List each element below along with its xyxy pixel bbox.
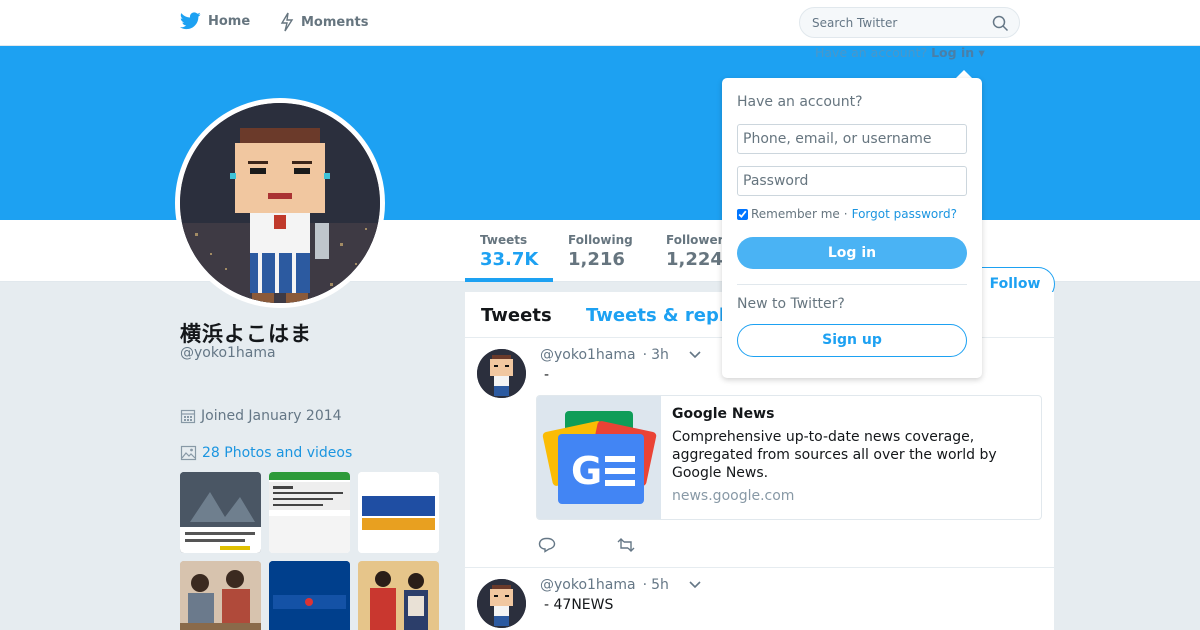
- media-thumbnail-6[interactable]: [358, 561, 439, 630]
- tweet-separator: ·: [642, 347, 648, 363]
- login-heading: Have an account?: [737, 94, 863, 110]
- card-body: Google News Comprehensive up-to-date new…: [672, 406, 1022, 504]
- retweet-button[interactable]: [616, 537, 636, 557]
- search-icon[interactable]: [992, 15, 1009, 32]
- divider: [737, 284, 967, 285]
- link-card[interactable]: G Google News Comprehensive up-to-date n…: [536, 395, 1042, 520]
- joined-date: Joined January 2014: [180, 408, 342, 424]
- new-to-twitter-text: New to Twitter?: [737, 296, 845, 312]
- media-thumbnail-2[interactable]: [269, 472, 350, 553]
- calendar-icon: [180, 409, 196, 424]
- google-news-icon: G: [537, 396, 661, 519]
- tweet-handle[interactable]: @yoko1hama: [540, 577, 636, 593]
- thumbnail-image-4: [180, 561, 261, 630]
- nav-moments-label: Moments: [301, 14, 369, 30]
- tweet-time[interactable]: 3h: [651, 347, 669, 363]
- login-link[interactable]: Log in ▾: [931, 45, 985, 60]
- remember-me-label[interactable]: Remember me: [751, 207, 840, 221]
- tweet-time[interactable]: 5h: [651, 577, 669, 593]
- joined-text: Joined January 2014: [201, 408, 342, 424]
- search-input[interactable]: Search Twitter: [799, 7, 1020, 38]
- remember-me-row: Remember me · Forgot password?: [737, 207, 957, 221]
- tweet-text: -: [544, 367, 550, 383]
- login-link-label: Log in: [931, 45, 975, 60]
- stat-followers-value: 1,224: [666, 249, 723, 270]
- thumbnail-image-6: [358, 561, 439, 630]
- reply-icon: [538, 537, 556, 553]
- card-title: Google News: [672, 406, 775, 422]
- login-dropdown: Have an account? Remember me · Forgot pa…: [722, 78, 982, 378]
- tweet-separator: ·: [642, 577, 648, 593]
- nav-home[interactable]: Home: [180, 12, 250, 30]
- login-button[interactable]: Log in: [737, 237, 967, 269]
- stat-followers-label: Followers: [666, 233, 731, 247]
- tweet[interactable]: @yoko1hama · 5h - 47NEWS: [465, 568, 1054, 630]
- photos-videos-link[interactable]: 28 Photos and videos: [180, 444, 352, 461]
- chevron-down-icon[interactable]: [689, 581, 701, 589]
- nav-moments[interactable]: Moments: [280, 12, 368, 32]
- stat-following-value: 1,216: [568, 249, 625, 270]
- retweet-icon: [617, 538, 635, 552]
- svg-text:G: G: [571, 449, 602, 493]
- tweet-handle[interactable]: @yoko1hama: [540, 347, 636, 363]
- stat-following[interactable]: Following 1,216: [568, 233, 633, 270]
- twitter-bird-icon: [180, 12, 201, 30]
- tweet-avatar-image: [477, 349, 526, 398]
- stat-followers[interactable]: Followers 1,224: [666, 233, 731, 270]
- forgot-password-link[interactable]: Forgot password?: [852, 207, 957, 221]
- pixel-character-avatar-image: [180, 103, 380, 303]
- tweet-avatar[interactable]: [477, 349, 526, 398]
- have-account-text: Have an account?: [815, 45, 928, 60]
- tweet-actions: [538, 537, 696, 557]
- photos-videos-label: 28 Photos and videos: [202, 444, 353, 461]
- search-placeholder: Search Twitter: [812, 16, 898, 30]
- stat-tweets[interactable]: Tweets 33.7K: [480, 233, 538, 270]
- media-thumbnail-1[interactable]: [180, 472, 261, 553]
- sankei-news-logo-image: [269, 561, 350, 630]
- tokyo-shimbun-logo-image: [358, 472, 439, 553]
- media-thumbnail-5[interactable]: [269, 561, 350, 630]
- profile-handle[interactable]: @yoko1hama: [180, 345, 276, 361]
- tweet-text: - 47NEWS: [544, 597, 614, 613]
- nav-home-label: Home: [208, 13, 251, 29]
- google-news-logo: G: [537, 396, 661, 519]
- tweet-avatar-image: [477, 579, 526, 628]
- password-field[interactable]: [737, 166, 967, 196]
- have-account-prompt: Have an account? Log in ▾: [815, 45, 985, 60]
- media-thumbnail-4[interactable]: [180, 561, 261, 630]
- media-thumbnail-3[interactable]: [358, 472, 439, 553]
- top-navigation: Home Moments Search Twitter: [0, 0, 1200, 46]
- tweet-avatar[interactable]: [477, 579, 526, 628]
- username-field[interactable]: [737, 124, 967, 154]
- tweet-header: @yoko1hama · 3h: [540, 347, 701, 363]
- thumbnail-image-1: [180, 472, 261, 553]
- active-tab-underline: [465, 278, 553, 282]
- tab-tweets[interactable]: Tweets: [481, 305, 552, 326]
- remember-separator: ·: [843, 207, 848, 221]
- stat-tweets-value: 33.7K: [480, 249, 539, 270]
- reply-button[interactable]: [538, 537, 556, 557]
- tweet-header: @yoko1hama · 5h: [540, 577, 701, 593]
- card-url: news.google.com: [672, 488, 795, 504]
- profile-name[interactable]: 横浜よこはま: [180, 318, 312, 348]
- chevron-down-icon[interactable]: [689, 351, 701, 359]
- card-description: Comprehensive up-to-date news coverage, …: [672, 429, 997, 481]
- stat-following-label: Following: [568, 233, 633, 247]
- lightning-bolt-icon: [280, 12, 294, 32]
- profile-avatar[interactable]: [175, 98, 385, 308]
- remember-me-checkbox[interactable]: [737, 208, 748, 220]
- image-icon: [180, 445, 197, 461]
- thumbnail-image-2: [269, 472, 350, 553]
- stat-tweets-label: Tweets: [480, 233, 528, 247]
- signup-button[interactable]: Sign up: [737, 324, 967, 357]
